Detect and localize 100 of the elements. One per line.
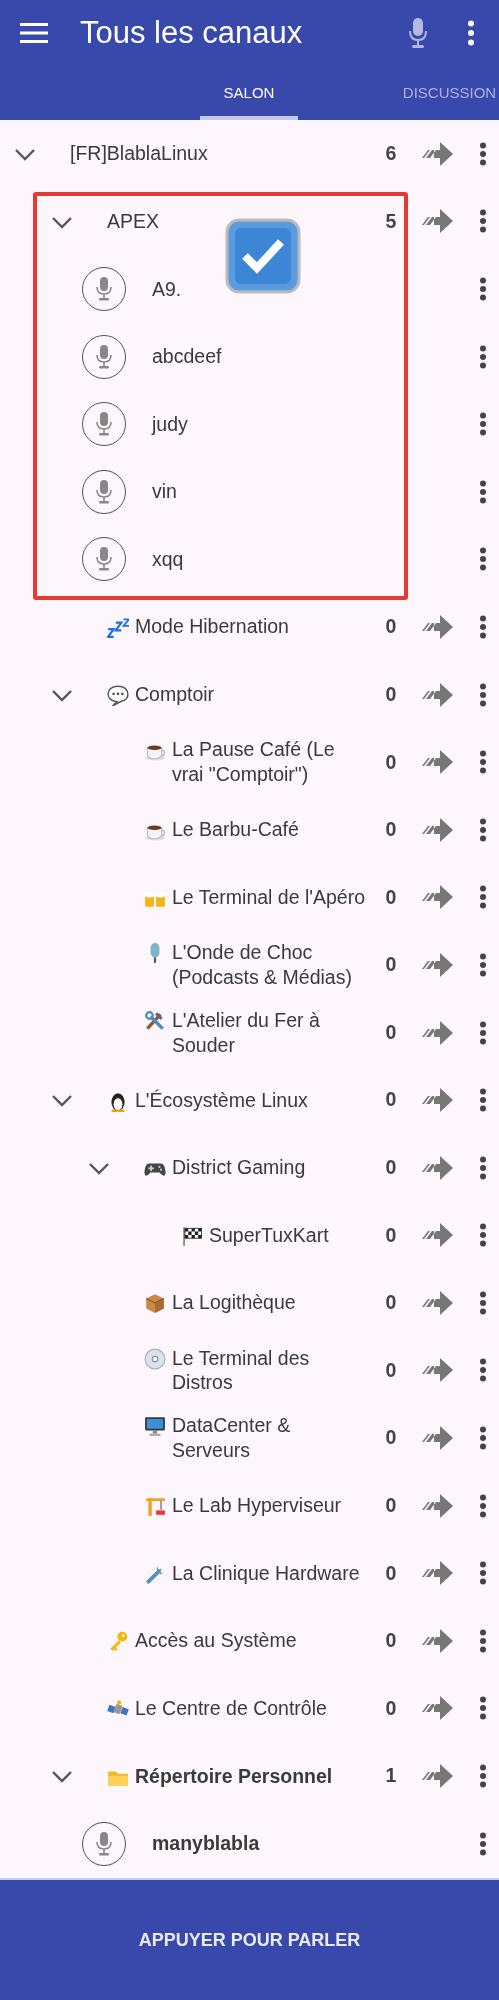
more-options-icon[interactable]	[478, 412, 487, 437]
chevron-icon[interactable]	[88, 1161, 110, 1176]
join-arrow-icon[interactable]	[420, 680, 454, 709]
more-options-icon[interactable]	[478, 1426, 487, 1451]
more-options-icon[interactable]	[478, 1696, 487, 1721]
more-options-icon[interactable]	[478, 817, 487, 842]
join-arrow-icon[interactable]	[420, 1356, 454, 1385]
more-options-icon[interactable]	[478, 209, 487, 234]
channel-name[interactable]: Le Lab Hyperviseur	[172, 1493, 342, 1519]
channel-name[interactable]: APEX	[107, 208, 160, 234]
channel-name[interactable]: La Clinique Hardware	[172, 1560, 360, 1586]
channel-name[interactable]: Comptoir	[135, 682, 215, 707]
more-options-icon[interactable]	[478, 1561, 487, 1586]
channel-name[interactable]: Accès au Système	[135, 1628, 297, 1654]
join-arrow-icon[interactable]	[420, 612, 454, 641]
more-options-icon[interactable]	[478, 1628, 487, 1653]
user-name[interactable]: manyblabla	[126, 1831, 466, 1857]
monitor-icon	[144, 1415, 166, 1438]
channel-name[interactable]: District Gaming	[172, 1155, 306, 1181]
checkbox-icon	[225, 217, 301, 294]
more-options-icon[interactable]	[478, 1493, 487, 1518]
channel-name[interactable]: L'Écosystème Linux	[135, 1087, 308, 1113]
microphone-icon[interactable]	[407, 17, 429, 49]
user-count: 0	[384, 1155, 398, 1181]
join-arrow-icon[interactable]	[420, 1018, 454, 1047]
user-name[interactable]: A9.	[126, 276, 466, 302]
user-count: 0	[384, 884, 398, 910]
channel-name[interactable]: [FR]BlablaLinux	[70, 141, 208, 167]
more-options-icon[interactable]	[478, 1831, 487, 1856]
more-options-icon[interactable]	[478, 277, 487, 301]
sleep-icon	[107, 616, 129, 639]
channel-name[interactable]: Mode Hibernation	[135, 614, 289, 640]
more-options-icon[interactable]	[478, 479, 487, 504]
more-options-icon[interactable]	[478, 1020, 487, 1045]
join-arrow-icon[interactable]	[420, 1626, 454, 1655]
channel-name[interactable]: DataCenter & Serveurs	[172, 1413, 368, 1464]
more-options-icon[interactable]	[478, 1290, 487, 1315]
more-options-icon[interactable]	[478, 614, 487, 639]
join-arrow-icon[interactable]	[420, 883, 454, 912]
push-to-talk-button[interactable]: APPUYER POUR PARLER	[0, 1878, 499, 2000]
crane-icon	[144, 1495, 166, 1518]
menu-icon[interactable]	[20, 22, 48, 44]
join-arrow-icon[interactable]	[420, 1086, 454, 1115]
channel-name[interactable]: Le Terminal de l'Apéro	[172, 884, 366, 910]
channel-name[interactable]: La Pause Café (Le vrai "Comptoir")	[172, 737, 368, 788]
channel-name[interactable]: Le Terminal des Distros	[172, 1345, 368, 1396]
join-arrow-icon[interactable]	[420, 1491, 454, 1520]
more-options-icon[interactable]	[478, 1358, 487, 1383]
join-arrow-icon[interactable]	[420, 748, 454, 777]
user-name[interactable]: xqq	[126, 546, 466, 572]
key-icon	[107, 1630, 129, 1653]
more-options-icon[interactable]	[478, 885, 487, 910]
join-arrow-icon[interactable]	[420, 207, 454, 236]
user-name[interactable]: abcdeef	[126, 344, 466, 370]
channel-name[interactable]: Le Barbu-Café	[172, 817, 299, 843]
chevron-icon[interactable]	[14, 148, 36, 162]
more-options-icon[interactable]	[478, 1088, 487, 1113]
user-count: 0	[384, 1425, 398, 1451]
join-arrow-icon[interactable]	[420, 1559, 454, 1588]
more-options-icon[interactable]	[478, 1764, 487, 1789]
join-arrow-icon[interactable]	[420, 950, 454, 979]
more-options-icon[interactable]	[478, 952, 487, 977]
join-arrow-icon[interactable]	[420, 815, 454, 844]
user-count: 1	[384, 1763, 398, 1789]
microphone-icon	[95, 478, 113, 505]
user-count: 0	[384, 952, 398, 978]
chevron-icon[interactable]	[51, 1770, 73, 1785]
tab[interactable]: DISCUSSION	[400, 66, 499, 120]
channel-name[interactable]: SuperTuxKart	[209, 1222, 329, 1248]
user-name[interactable]: vin	[126, 479, 466, 505]
user-count: 0	[384, 681, 398, 707]
channel-name[interactable]: L'Onde de Choc (Podcasts & Médias)	[172, 939, 368, 990]
join-arrow-icon[interactable]	[420, 139, 454, 168]
join-arrow-icon[interactable]	[420, 1288, 454, 1317]
more-options-icon[interactable]	[478, 344, 487, 369]
more-options-icon[interactable]	[478, 750, 487, 775]
join-arrow-icon[interactable]	[420, 1424, 454, 1453]
channel-name[interactable]: Le Centre de Contrôle	[135, 1695, 327, 1721]
channel-name[interactable]: La Logithèque	[172, 1290, 296, 1316]
user-count: 0	[384, 1087, 398, 1113]
more-options-icon[interactable]	[478, 1223, 487, 1248]
tab[interactable]: SALON	[200, 66, 298, 120]
chevron-icon[interactable]	[51, 215, 73, 230]
channel-name[interactable]: L'Atelier du Fer à Souder	[172, 1007, 368, 1058]
join-arrow-icon[interactable]	[420, 1153, 454, 1182]
more-options-icon[interactable]	[478, 1155, 487, 1180]
microphone-icon	[95, 546, 113, 573]
more-options-icon[interactable]	[478, 547, 487, 572]
microphone-icon	[95, 276, 113, 302]
chevron-icon[interactable]	[51, 688, 73, 703]
chevron-icon[interactable]	[51, 1094, 73, 1109]
channel-name[interactable]: Répertoire Personnel	[135, 1763, 333, 1789]
overflow-menu-icon[interactable]	[467, 20, 475, 46]
user-name[interactable]: judy	[126, 411, 466, 437]
join-arrow-icon[interactable]	[420, 1694, 454, 1723]
join-arrow-icon[interactable]	[420, 1221, 454, 1250]
join-arrow-icon[interactable]	[420, 1762, 454, 1791]
more-options-icon[interactable]	[478, 682, 487, 707]
more-options-icon[interactable]	[478, 141, 487, 166]
user-count: 0	[384, 1290, 398, 1316]
